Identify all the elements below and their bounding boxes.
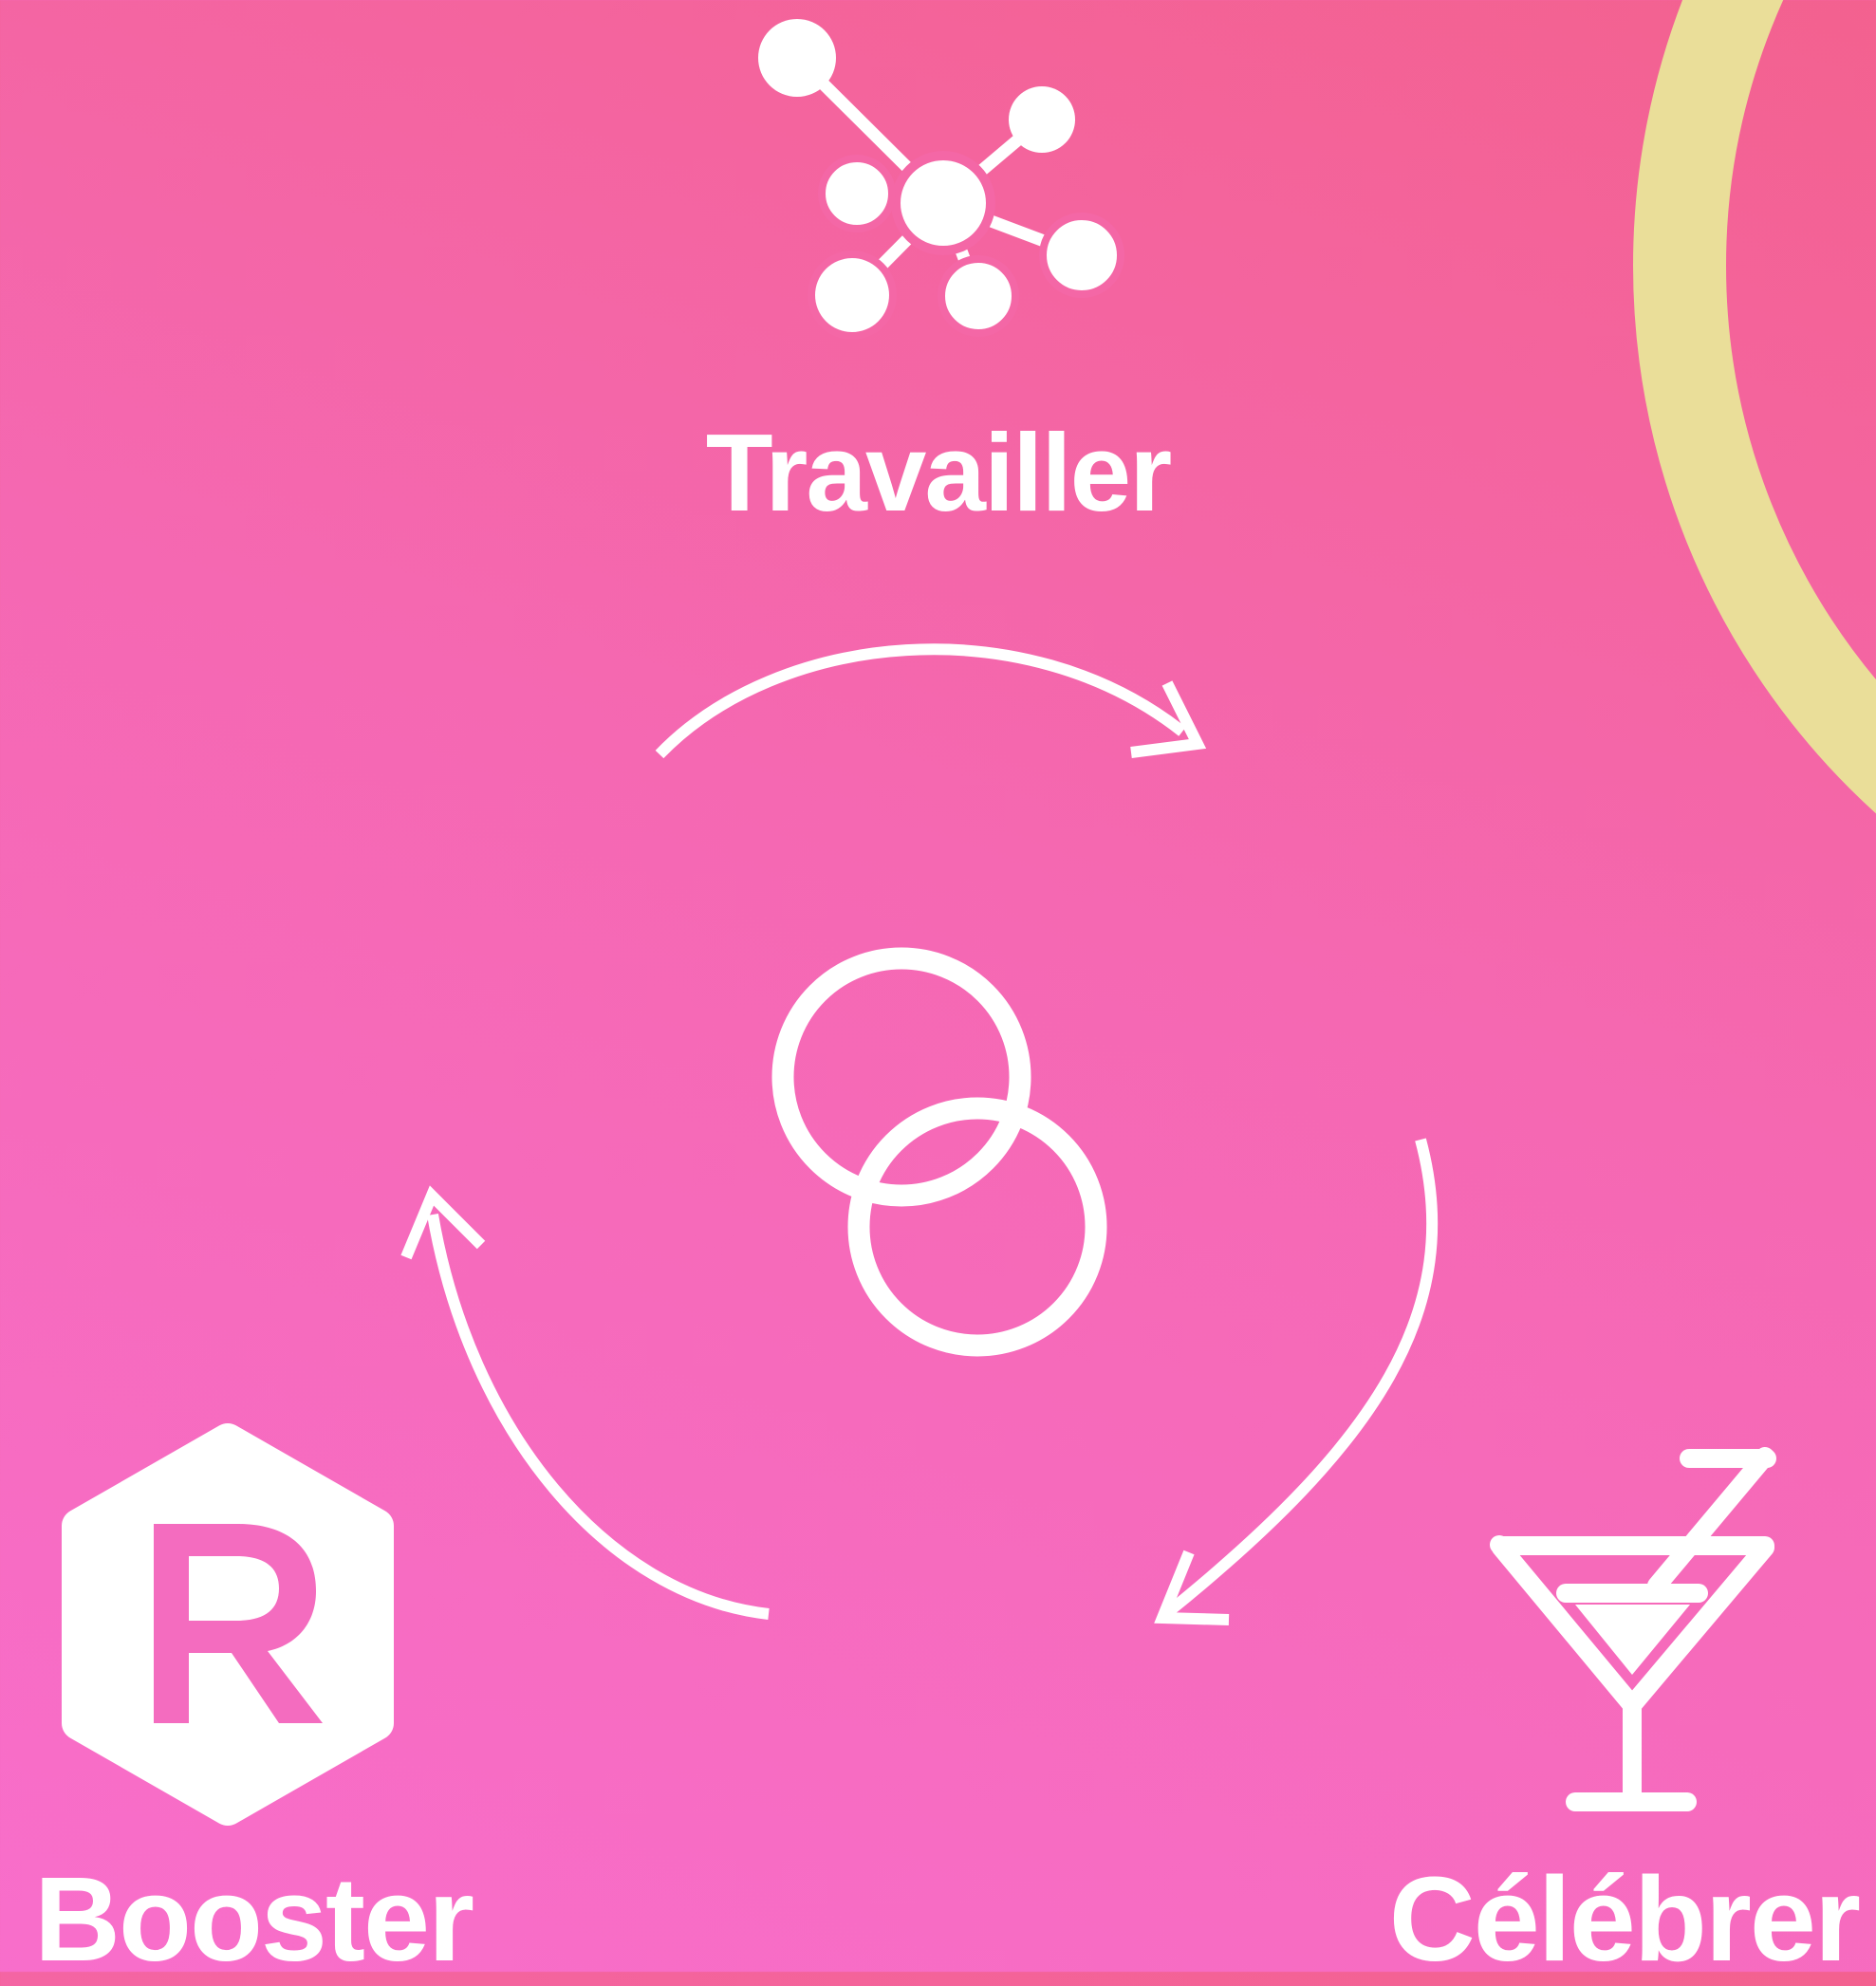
step-label-celebrer: Célébrer bbox=[1388, 1852, 1861, 1986]
network-icon bbox=[758, 19, 1124, 340]
step-label-booster: Booster bbox=[34, 1852, 474, 1986]
interlinked-rings-icon bbox=[771, 947, 1107, 1357]
flow-arrow-left bbox=[400, 1185, 770, 1620]
cocktail-icon bbox=[1490, 1447, 1776, 1811]
diagram-canvas bbox=[62, 0, 1876, 1826]
r-hexagon-logo-icon bbox=[62, 1423, 394, 1826]
step-label-travailler: Travailler bbox=[705, 411, 1172, 534]
flow-arrow-top bbox=[655, 643, 1207, 759]
flow-arrow-right bbox=[1154, 1138, 1439, 1625]
